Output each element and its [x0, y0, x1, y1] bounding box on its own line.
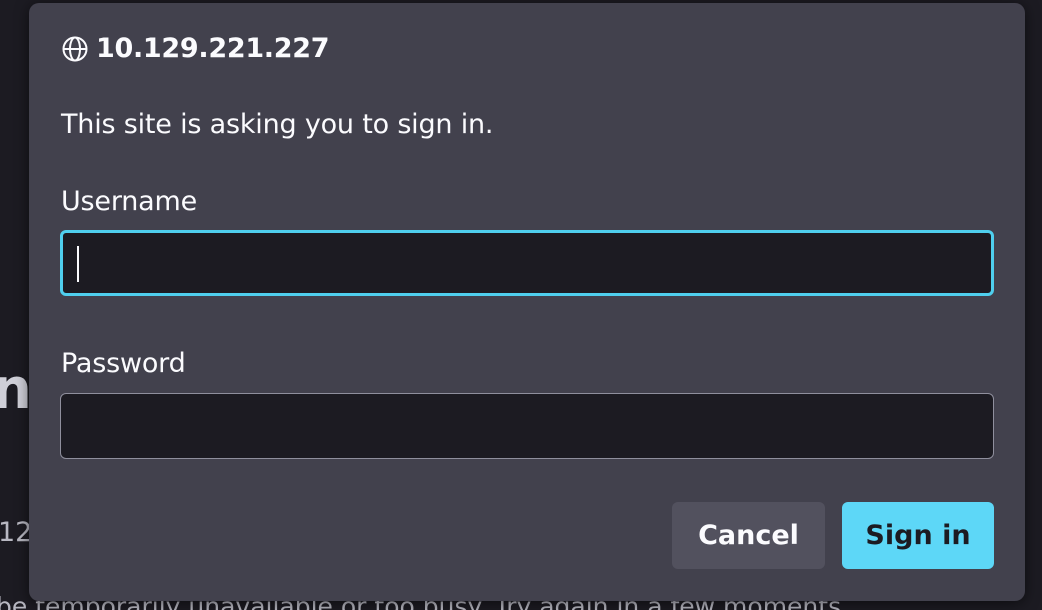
cancel-button[interactable]: Cancel	[672, 502, 825, 569]
site-host: 10.129.221.227	[96, 33, 330, 64]
background-heading-fragment: n	[0, 357, 32, 422]
username-input[interactable]	[60, 230, 994, 296]
password-input[interactable]	[60, 393, 994, 459]
sign-in-button[interactable]: Sign in	[842, 502, 994, 569]
auth-dialog: 10.129.221.227 This site is asking you t…	[29, 3, 1025, 601]
username-label: Username	[61, 186, 198, 217]
background-number-fragment: 12	[0, 517, 33, 548]
text-caret	[77, 246, 79, 282]
globe-icon	[61, 35, 89, 63]
sign-in-message: This site is asking you to sign in.	[61, 109, 494, 140]
password-label: Password	[61, 348, 186, 379]
dialog-header: 10.129.221.227	[61, 33, 330, 64]
